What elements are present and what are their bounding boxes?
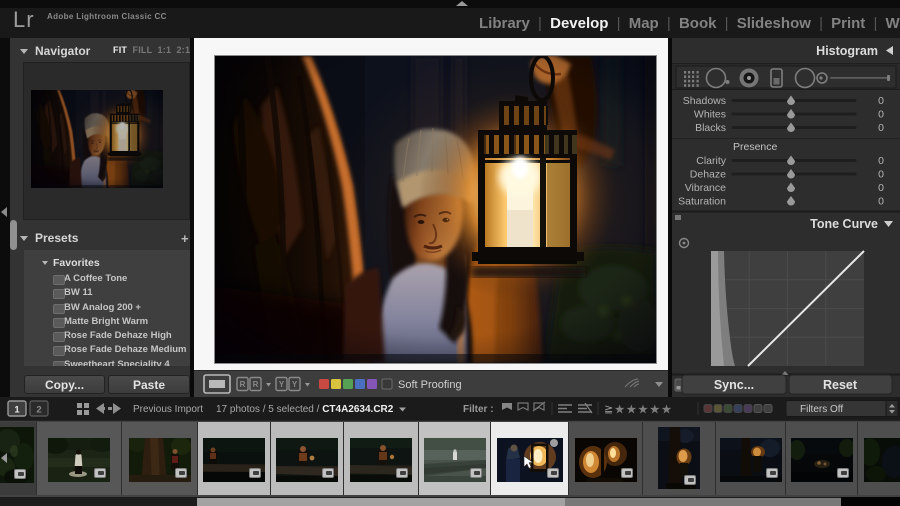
svg-text:Dehaze: Dehaze xyxy=(690,169,726,181)
svg-text:Histogram: Histogram xyxy=(816,44,878,58)
svg-text:Filters Off: Filters Off xyxy=(800,404,843,415)
svg-text:R: R xyxy=(240,380,246,389)
svg-text:Sync...: Sync... xyxy=(714,378,754,392)
svg-text:Previous Import: Previous Import xyxy=(133,404,203,415)
svg-text:0: 0 xyxy=(878,182,884,194)
svg-text:0: 0 xyxy=(878,95,884,107)
svg-text:Shadows: Shadows xyxy=(683,95,726,107)
svg-text:Whites: Whites xyxy=(694,109,726,121)
svg-text:Tone Curve: Tone Curve xyxy=(810,217,878,231)
svg-text:Vibrance: Vibrance xyxy=(685,182,726,194)
svg-text:0: 0 xyxy=(878,109,884,121)
svg-text:0: 0 xyxy=(878,122,884,134)
svg-text:Soft Proofing: Soft Proofing xyxy=(398,379,462,391)
svg-text:Presence: Presence xyxy=(733,141,778,153)
svg-text:R: R xyxy=(253,380,259,389)
svg-text:1: 1 xyxy=(14,405,20,416)
svg-text:Clarity: Clarity xyxy=(696,155,727,167)
svg-text:2: 2 xyxy=(36,405,41,416)
svg-text:0: 0 xyxy=(878,169,884,181)
svg-text:Y: Y xyxy=(279,380,285,389)
svg-text:Reset: Reset xyxy=(823,378,858,392)
svg-text:Saturation: Saturation xyxy=(678,196,726,208)
svg-text:Filter :: Filter : xyxy=(463,404,494,415)
svg-text:≧: ≧ xyxy=(604,404,613,416)
svg-text:Blacks: Blacks xyxy=(695,122,726,134)
svg-text:Y: Y xyxy=(292,380,298,389)
svg-text:0: 0 xyxy=(878,196,884,208)
svg-text:0: 0 xyxy=(878,155,884,167)
svg-text:17 photos / 5 selected / CT4A2: 17 photos / 5 selected / CT4A2634.CR2 xyxy=(216,404,394,415)
svg-text:★★★★★: ★★★★★ xyxy=(614,403,673,417)
